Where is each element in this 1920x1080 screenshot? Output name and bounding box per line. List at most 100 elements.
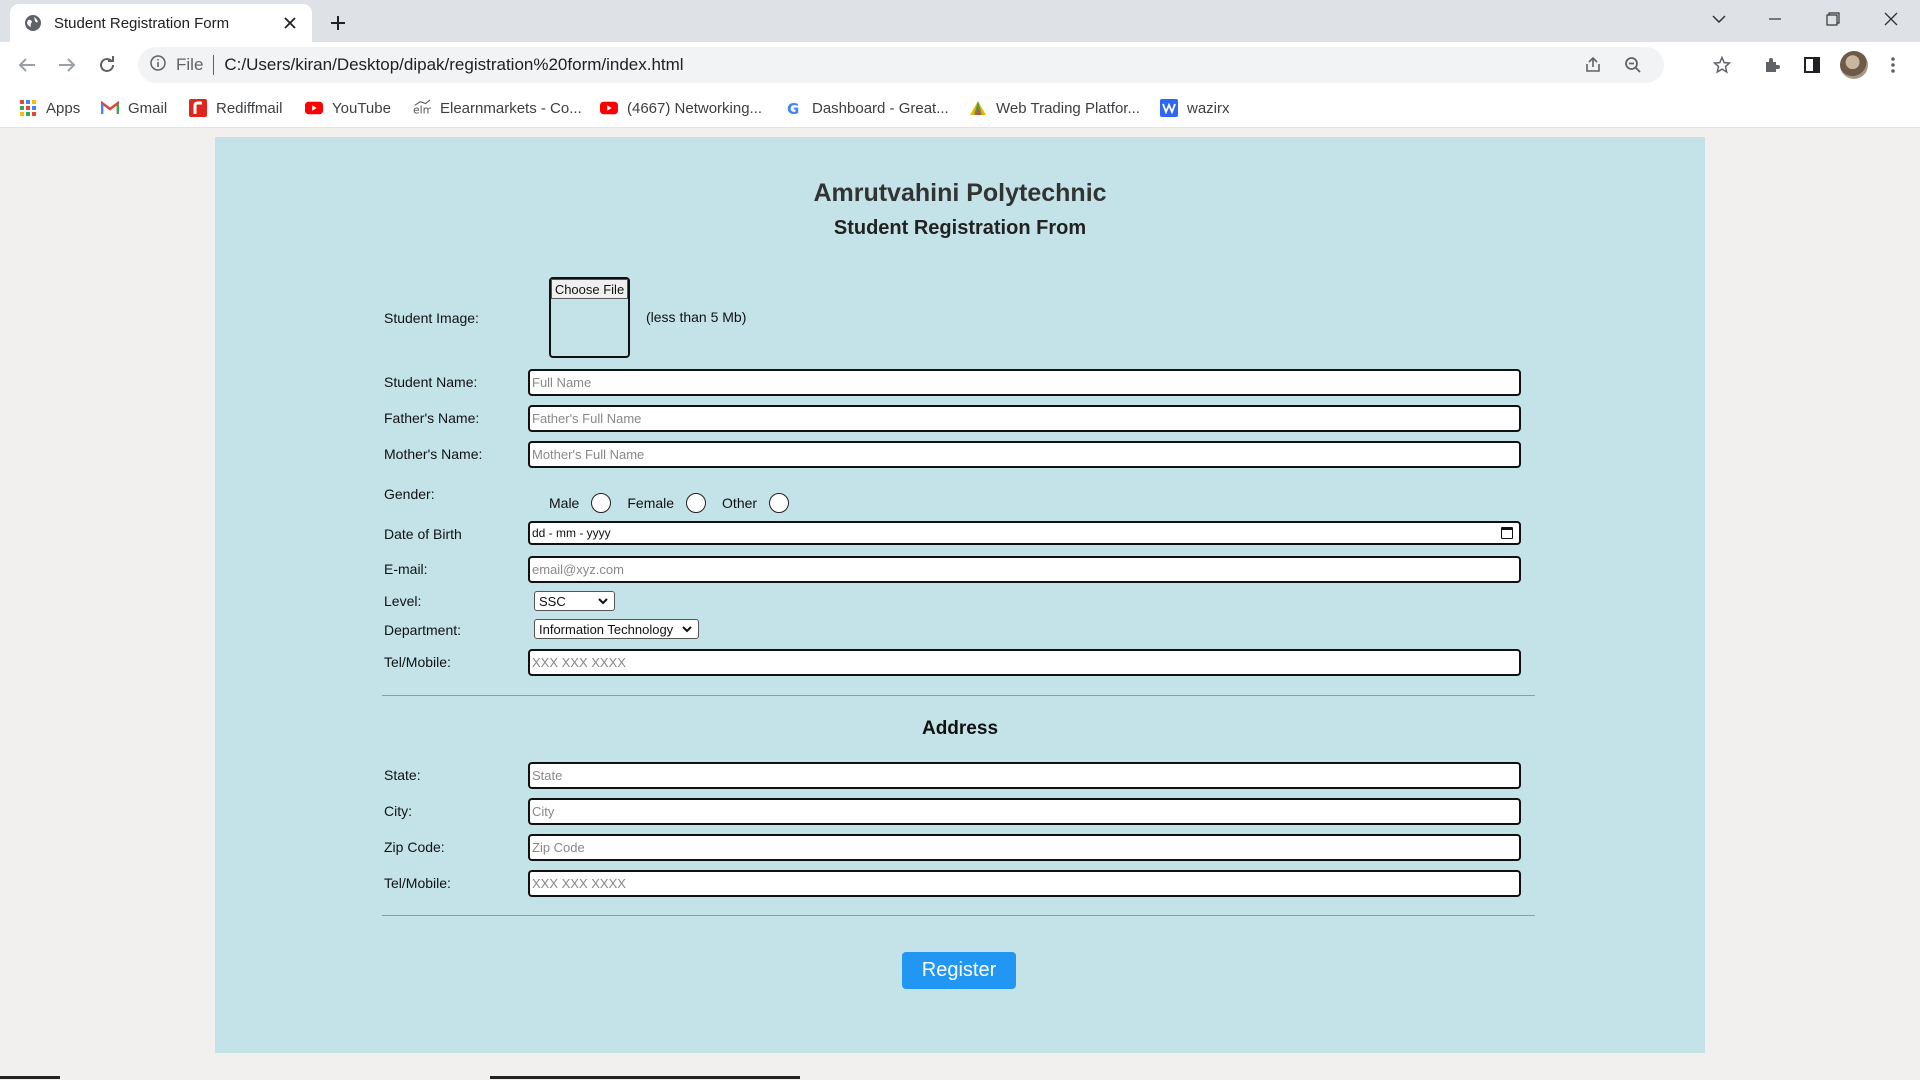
rediffmail-icon bbox=[189, 99, 207, 117]
gender-other-label: Other bbox=[722, 495, 758, 511]
gender-female-radio[interactable] bbox=[686, 493, 707, 513]
gender-label: Gender: bbox=[384, 486, 435, 502]
reload-icon[interactable] bbox=[92, 50, 122, 80]
form-title: Student Registration From bbox=[833, 217, 1087, 239]
student-image-label: Student Image: bbox=[384, 310, 479, 326]
bookmark-youtube[interactable]: YouTube bbox=[305, 96, 391, 120]
bookmark-label: Apps bbox=[46, 99, 81, 117]
register-button[interactable]: Register bbox=[902, 952, 1016, 989]
tab-title: Student Registration Form bbox=[54, 14, 230, 32]
file-scheme-label: File bbox=[176, 55, 204, 74]
mother-name-label: Mother's Name: bbox=[384, 446, 483, 462]
gmail-icon bbox=[101, 99, 119, 117]
tab-search-icon[interactable] bbox=[1697, 0, 1741, 38]
omnibox-separator bbox=[213, 55, 215, 75]
address-tel-label: Tel/Mobile: bbox=[384, 875, 451, 891]
father-name-label: Father's Name: bbox=[384, 410, 480, 426]
close-tab-icon[interactable] bbox=[280, 13, 300, 33]
restore-icon[interactable] bbox=[1811, 0, 1855, 38]
city-input[interactable] bbox=[528, 798, 1521, 825]
forward-icon[interactable] bbox=[52, 50, 82, 80]
zip-label: Zip Code: bbox=[384, 839, 445, 855]
student-name-input[interactable] bbox=[528, 369, 1521, 396]
extensions-icon[interactable] bbox=[1757, 50, 1787, 80]
side-panel-icon[interactable] bbox=[1797, 50, 1827, 80]
bookmark-rediffmail[interactable]: Rediffmail bbox=[189, 96, 282, 120]
bookmark-apps[interactable]: Apps bbox=[19, 96, 80, 120]
tel-label: Tel/Mobile: bbox=[384, 654, 451, 670]
file-size-note: (less than 5 Mb) bbox=[646, 309, 747, 325]
bookmark-dashboard[interactable]: G Dashboard - Great... bbox=[785, 96, 949, 120]
bookmark-gmail[interactable]: Gmail bbox=[101, 96, 167, 120]
state-label: State: bbox=[384, 767, 421, 783]
bookmark-star-icon[interactable] bbox=[1707, 50, 1737, 80]
calendar-icon[interactable] bbox=[1501, 527, 1513, 539]
mother-name-input[interactable] bbox=[528, 441, 1521, 468]
divider bbox=[382, 915, 1535, 916]
gender-other-radio[interactable] bbox=[769, 493, 790, 513]
gender-options: Male Female Other bbox=[549, 492, 790, 514]
minimize-icon[interactable] bbox=[1753, 0, 1797, 38]
zoom-icon[interactable] bbox=[1618, 47, 1648, 83]
bookmark-web-trading[interactable]: Web Trading Platfor... bbox=[969, 96, 1140, 120]
chevron-down-icon bbox=[680, 622, 694, 636]
dob-value: dd - mm - yyyy bbox=[532, 526, 611, 540]
level-select[interactable]: SSC bbox=[534, 591, 615, 611]
globe-icon bbox=[24, 14, 42, 32]
department-select[interactable]: Information Technology bbox=[534, 619, 699, 639]
address-bar[interactable]: File C:/Users/kiran/Desktop/dipak/regist… bbox=[138, 47, 1664, 83]
bookmark-label: Rediffmail bbox=[216, 99, 283, 117]
level-label: Level: bbox=[384, 593, 422, 609]
address-tel-input[interactable] bbox=[528, 870, 1521, 897]
father-name-input[interactable] bbox=[528, 405, 1521, 432]
new-tab-button[interactable] bbox=[324, 9, 352, 37]
menu-kebab-icon[interactable] bbox=[1878, 50, 1908, 80]
level-selected: SSC bbox=[539, 593, 566, 609]
url-text[interactable]: C:/Users/kiran/Desktop/dipak/registratio… bbox=[224, 55, 683, 75]
tab-active[interactable]: Student Registration Form bbox=[10, 4, 312, 42]
svg-text:elm: elm bbox=[413, 103, 431, 116]
choose-file-button[interactable]: Choose File bbox=[551, 279, 628, 299]
bookmark-label: Elearnmarkets - Co... bbox=[440, 99, 582, 117]
department-selected: Information Technology bbox=[539, 621, 674, 637]
bookmark-label: Web Trading Platfor... bbox=[996, 99, 1140, 117]
bookmarks-bar: Apps Gmail Rediffmail YouTube elm Elearn… bbox=[0, 88, 1920, 128]
back-icon[interactable] bbox=[12, 50, 42, 80]
registration-card: Amrutvahini Polytechnic Student Registra… bbox=[215, 137, 1705, 1053]
address-title: Address bbox=[921, 718, 999, 739]
bookmark-label: Dashboard - Great... bbox=[812, 99, 949, 117]
bookmark-elearnmarkets[interactable]: elm Elearnmarkets - Co... bbox=[413, 96, 582, 120]
divider bbox=[382, 695, 1535, 696]
elearnmarkets-icon: elm bbox=[413, 99, 431, 117]
state-input[interactable] bbox=[528, 762, 1521, 789]
gender-female-label: Female bbox=[627, 495, 675, 511]
bookmark-label: YouTube bbox=[332, 99, 391, 117]
close-window-icon[interactable] bbox=[1869, 0, 1913, 38]
share-icon[interactable] bbox=[1578, 47, 1608, 83]
wazirx-icon bbox=[1160, 99, 1178, 117]
student-name-label: Student Name: bbox=[384, 374, 478, 390]
page-viewport: Amrutvahini Polytechnic Student Registra… bbox=[0, 128, 1920, 1080]
bookmark-networking[interactable]: (4667) Networking... bbox=[600, 96, 762, 120]
email-input[interactable] bbox=[528, 556, 1521, 583]
gender-male-radio[interactable] bbox=[591, 493, 612, 513]
department-label: Department: bbox=[384, 622, 462, 638]
apps-grid-icon bbox=[19, 99, 37, 117]
info-icon[interactable] bbox=[150, 54, 166, 76]
student-image-upload[interactable]: Choose File bbox=[549, 277, 630, 358]
trading-icon bbox=[969, 99, 987, 117]
taskbar-edge bbox=[0, 1076, 1920, 1080]
svg-text:G: G bbox=[787, 100, 799, 116]
google-icon: G bbox=[785, 99, 803, 117]
tel-input[interactable] bbox=[528, 649, 1521, 676]
city-label: City: bbox=[384, 803, 412, 819]
email-label: E-mail: bbox=[384, 561, 428, 577]
bookmark-label: (4667) Networking... bbox=[627, 99, 763, 117]
zip-input[interactable] bbox=[528, 834, 1521, 861]
browser-toolbar: File C:/Users/kiran/Desktop/dipak/regist… bbox=[0, 42, 1920, 88]
tab-strip: Student Registration Form bbox=[0, 0, 1920, 42]
dob-input[interactable]: dd - mm - yyyy bbox=[528, 521, 1521, 545]
youtube-icon bbox=[305, 99, 323, 117]
bookmark-wazirx[interactable]: wazirx bbox=[1160, 96, 1230, 120]
profile-avatar[interactable] bbox=[1840, 51, 1868, 79]
